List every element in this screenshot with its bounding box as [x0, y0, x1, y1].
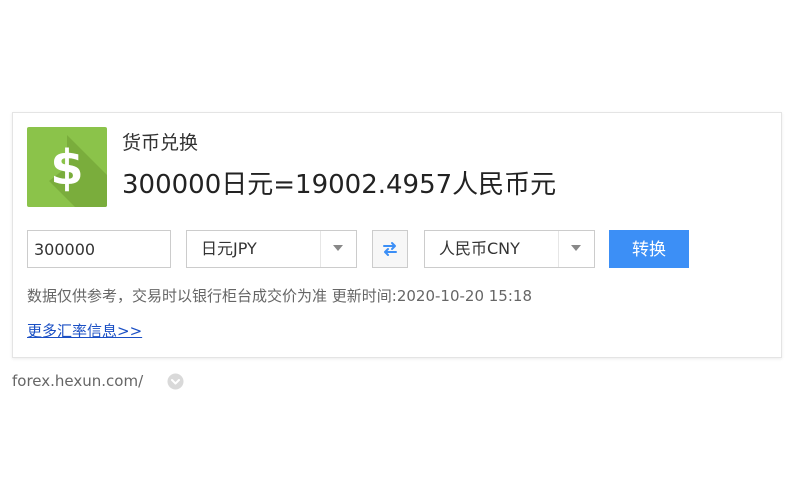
to-currency-select[interactable]: 人民币CNY [424, 230, 595, 268]
from-currency-select[interactable]: 日元JPY [186, 230, 357, 268]
amount-input[interactable] [27, 230, 171, 268]
swap-currencies-button[interactable] [372, 230, 408, 268]
dollar-sign-icon: $ [27, 127, 107, 207]
disclaimer-text: 数据仅供参考，交易时以银行柜台成交价为准 更新时间:2020-10-20 15:… [27, 287, 532, 305]
more-rates-link[interactable]: 更多汇率信息>> [27, 320, 142, 342]
convert-button[interactable]: 转换 [609, 230, 689, 268]
swap-arrows-icon [383, 242, 397, 256]
caret-down-icon [571, 245, 581, 251]
from-currency-value: 日元JPY [201, 239, 257, 258]
svg-text:$: $ [50, 140, 83, 196]
converter-title: 货币兑换 [122, 132, 199, 154]
conversion-result: 300000日元=19002.4957人民币元 [122, 170, 557, 200]
caret-down-icon [333, 245, 343, 251]
currency-converter-card: $ 货币兑换 300000日元=19002.4957人民币元 日元JPY 人民币… [12, 112, 782, 358]
to-currency-dropdown-arrow[interactable] [558, 231, 594, 267]
source-url[interactable]: forex.hexun.com/ [12, 370, 143, 392]
chevron-down-circle-icon[interactable] [167, 373, 184, 390]
from-currency-dropdown-arrow[interactable] [320, 231, 356, 267]
to-currency-value: 人民币CNY [439, 239, 520, 258]
